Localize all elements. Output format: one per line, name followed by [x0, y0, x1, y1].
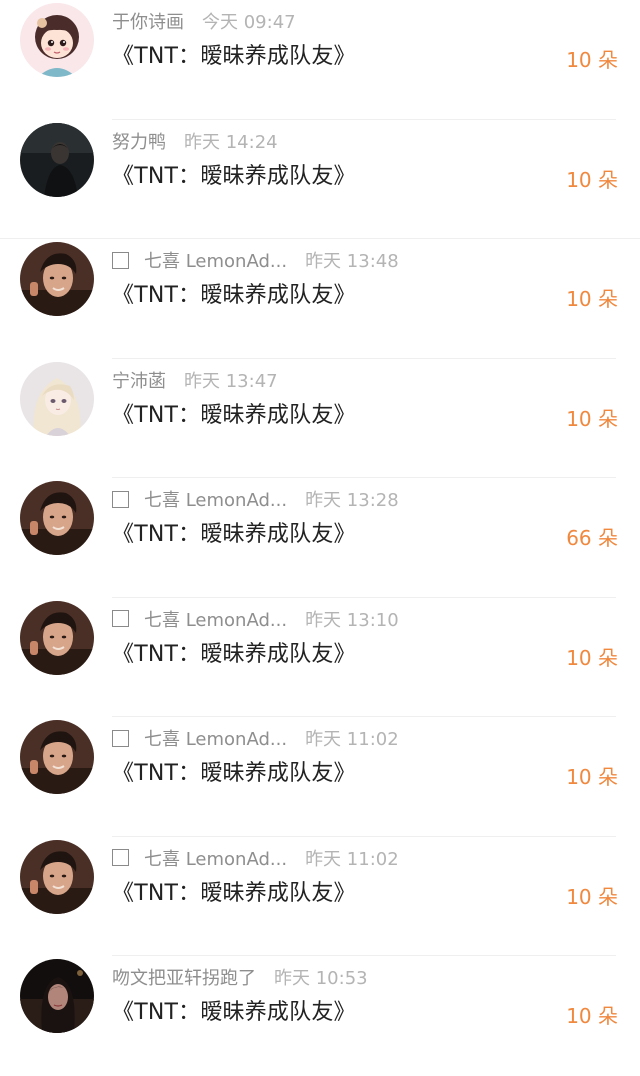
timestamp: 昨天 11:02 [305, 848, 399, 870]
boy-photo-avatar-icon [20, 600, 94, 675]
avatar[interactable] [20, 481, 94, 555]
flower-amount: 10 朵 [566, 645, 618, 670]
username[interactable]: 七喜 LemonAd... [144, 486, 287, 512]
work-title[interactable]: 《TNT：暧昧养成队友》 [112, 636, 356, 668]
work-title[interactable]: 《TNT：暧昧养成队友》 [112, 994, 356, 1026]
flower-amount: 10 朵 [566, 167, 618, 192]
list-item[interactable]: 七喜 LemonAd... 昨天 11:02 《TNT：暧昧养成队友》 10 朵 [0, 837, 640, 956]
flower-amount: 10 朵 [566, 1004, 618, 1028]
timestamp: 昨天 14:24 [184, 131, 278, 153]
flower-amount: 10 朵 [566, 406, 618, 431]
boy-photo-avatar-icon [20, 720, 94, 794]
work-title[interactable]: 《TNT：暧昧养成队友》 [112, 875, 356, 907]
list-item[interactable]: 七喜 LemonAd... 昨天 13:10 《TNT：暧昧养成队友》 10 朵 [0, 598, 640, 717]
username[interactable]: 努力鸭 [112, 128, 166, 154]
item-meta: 于你诗画 今天 09:47 [112, 9, 296, 33]
avatar[interactable] [20, 959, 94, 1033]
avatar[interactable] [20, 242, 94, 316]
username[interactable]: 七喜 LemonAd... [144, 725, 287, 751]
dark-photo-avatar-icon [20, 122, 94, 197]
timestamp: 昨天 13:10 [305, 609, 399, 631]
list-item[interactable]: 七喜 LemonAd... 昨天 13:28 《TNT：暧昧养成队友》 66 朵 [0, 478, 640, 598]
flower-amount: 10 朵 [566, 287, 618, 311]
work-title[interactable]: 《TNT：暧昧养成队友》 [112, 38, 356, 70]
list-item[interactable]: 七喜 LemonAd... 昨天 11:02 《TNT：暧昧养成队友》 10 朵 [0, 717, 640, 837]
item-meta: 七喜 LemonAd... 昨天 13:48 [112, 248, 399, 272]
username[interactable]: 七喜 LemonAd... [144, 606, 287, 632]
work-title[interactable]: 《TNT：暧昧养成队友》 [112, 158, 356, 190]
username[interactable]: 七喜 LemonAd... [144, 845, 287, 871]
list-item[interactable]: 吻文把亚轩拐跑了 昨天 10:53 《TNT：暧昧养成队友》 10 朵 [0, 956, 640, 1076]
select-checkbox[interactable] [112, 251, 129, 269]
item-meta: 七喜 LemonAd... 昨天 13:28 [112, 487, 399, 511]
avatar[interactable] [20, 122, 94, 197]
avatar[interactable] [20, 361, 94, 436]
username[interactable]: 宁沛菡 [112, 367, 166, 393]
list-item[interactable]: 努力鸭 昨天 14:24 《TNT：暧昧养成队友》 10 朵 [0, 120, 640, 239]
avatar[interactable] [20, 3, 94, 77]
work-title[interactable]: 《TNT：暧昧养成队友》 [112, 397, 356, 429]
username[interactable]: 吻文把亚轩拐跑了 [112, 964, 256, 990]
timestamp: 今天 09:47 [202, 12, 296, 33]
flower-amount: 10 朵 [566, 48, 618, 72]
select-checkbox[interactable] [112, 490, 129, 508]
gift-record-list: 于你诗画 今天 09:47 《TNT：暧昧养成队友》 10 朵 努力鸭 昨天 1… [0, 0, 640, 1036]
boy-photo-avatar-icon [20, 839, 94, 914]
item-meta: 七喜 LemonAd... 昨天 11:02 [112, 726, 399, 750]
item-meta: 吻文把亚轩拐跑了 昨天 10:53 [112, 965, 368, 989]
work-title[interactable]: 《TNT：暧昧养成队友》 [112, 755, 356, 787]
item-meta: 宁沛菡 昨天 13:47 [112, 368, 278, 392]
item-meta: 七喜 LemonAd... 昨天 13:10 [112, 607, 399, 631]
avatar[interactable] [20, 720, 94, 794]
timestamp: 昨天 13:48 [305, 251, 399, 272]
avatar[interactable] [20, 839, 94, 914]
timestamp: 昨天 13:47 [184, 370, 278, 392]
anime-girl-avatar-icon [20, 361, 94, 436]
flower-amount: 10 朵 [566, 765, 618, 789]
username[interactable]: 七喜 LemonAd... [144, 247, 287, 273]
flower-amount: 66 朵 [566, 526, 618, 550]
list-item[interactable]: 宁沛菡 昨天 13:47 《TNT：暧昧养成队友》 10 朵 [0, 359, 640, 478]
select-checkbox[interactable] [112, 849, 129, 866]
select-checkbox[interactable] [112, 610, 129, 627]
timestamp: 昨天 10:53 [274, 968, 368, 989]
timestamp: 昨天 13:28 [305, 490, 399, 511]
boy-photo-avatar-icon [20, 242, 94, 316]
list-item[interactable]: 七喜 LemonAd... 昨天 13:48 《TNT：暧昧养成队友》 10 朵 [0, 239, 640, 359]
work-title[interactable]: 《TNT：暧昧养成队友》 [112, 516, 356, 548]
item-meta: 努力鸭 昨天 14:24 [112, 129, 278, 153]
dark-woman-avatar-icon [20, 959, 94, 1033]
work-title[interactable]: 《TNT：暧昧养成队友》 [112, 277, 356, 309]
cartoon-girl-avatar-icon [20, 3, 94, 77]
username[interactable]: 于你诗画 [112, 8, 184, 34]
item-meta: 七喜 LemonAd... 昨天 11:02 [112, 846, 399, 870]
boy-photo-avatar-icon [20, 481, 94, 555]
list-item[interactable]: 于你诗画 今天 09:47 《TNT：暧昧养成队友》 10 朵 [0, 0, 640, 120]
timestamp: 昨天 11:02 [305, 729, 399, 750]
select-checkbox[interactable] [112, 729, 129, 747]
flower-amount: 10 朵 [566, 884, 618, 909]
avatar[interactable] [20, 600, 94, 675]
